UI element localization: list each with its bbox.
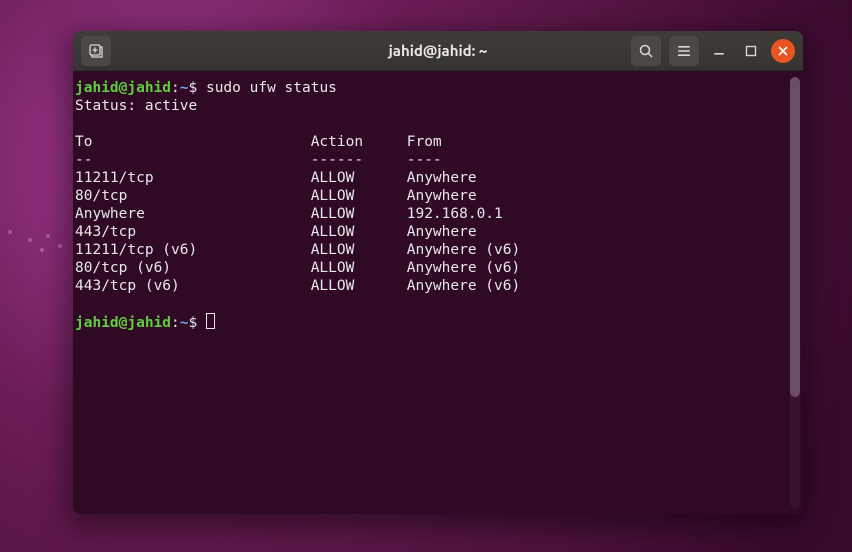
new-tab-icon bbox=[88, 43, 104, 59]
close-button[interactable] bbox=[771, 39, 795, 63]
maximize-button[interactable] bbox=[739, 39, 763, 63]
wallpaper-dot bbox=[8, 230, 12, 234]
titlebar: jahid@jahid: ~ bbox=[73, 31, 803, 71]
terminal-output: jahid@jahid:~$ sudo ufw status Status: a… bbox=[73, 71, 803, 340]
wallpaper-dot bbox=[40, 248, 44, 252]
scrollbar-thumb[interactable] bbox=[790, 77, 800, 397]
search-icon bbox=[638, 43, 654, 59]
minimize-icon bbox=[713, 45, 725, 57]
terminal-window: jahid@jahid: ~ bbox=[73, 31, 803, 514]
wallpaper-dot bbox=[46, 234, 50, 238]
menu-button[interactable] bbox=[669, 36, 699, 66]
minimize-button[interactable] bbox=[707, 39, 731, 63]
wallpaper-dot bbox=[58, 244, 62, 248]
new-tab-button[interactable] bbox=[81, 36, 111, 66]
close-icon bbox=[777, 45, 789, 57]
hamburger-icon bbox=[676, 43, 692, 59]
search-button[interactable] bbox=[631, 36, 661, 66]
maximize-icon bbox=[745, 45, 757, 57]
wallpaper-dot bbox=[28, 238, 32, 242]
terminal-body[interactable]: jahid@jahid:~$ sudo ufw status Status: a… bbox=[73, 71, 803, 514]
